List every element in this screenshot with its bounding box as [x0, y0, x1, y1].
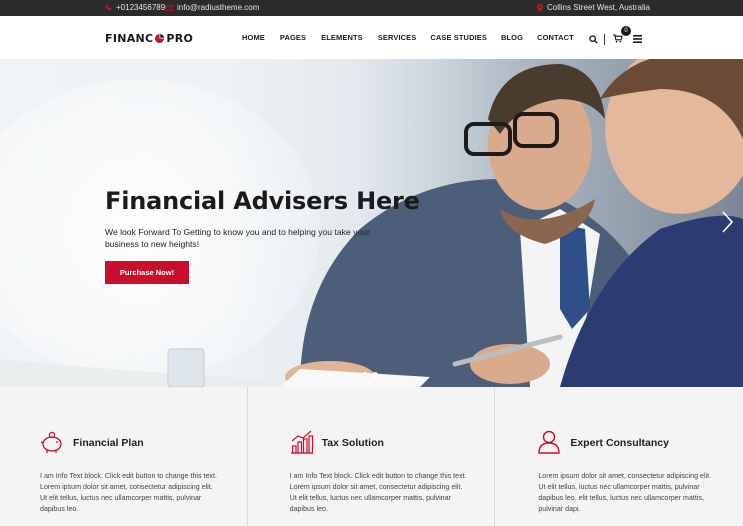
phone-contact[interactable]: +0123456789: [105, 3, 165, 12]
chevron-right-icon[interactable]: [721, 211, 733, 233]
cart-count-badge: 0: [621, 26, 631, 36]
service-text: I am Info Text block. Click edit button …: [40, 472, 217, 513]
envelope-icon: [165, 4, 173, 11]
nav-blog[interactable]: BLOG: [501, 33, 523, 42]
cart-button[interactable]: 0: [613, 26, 631, 48]
header-divider: [604, 33, 605, 45]
user-icon: [538, 430, 561, 454]
slider-pagination: [362, 372, 378, 378]
top-bar: +0123456789 info@radiustheme.com Collins…: [0, 0, 743, 16]
phone-number: +0123456789: [116, 3, 166, 12]
logo-text-right: PRO: [166, 32, 194, 45]
service-title: Financial Plan: [73, 437, 144, 449]
map-marker-icon: [537, 3, 543, 12]
email-contact[interactable]: info@radiustheme.com: [165, 3, 259, 12]
nav-elements[interactable]: ELEMENTS: [321, 33, 363, 42]
service-card-expert-consultancy: Expert Consultancy Lorem ipsum dolor sit…: [495, 387, 743, 526]
site-logo[interactable]: FINANC PRO: [105, 32, 193, 45]
logo-mark-icon: [155, 34, 165, 43]
slider-dot-1[interactable]: [362, 372, 368, 378]
address-text: Collins Street West, Australia: [547, 3, 651, 12]
service-title: Tax Solution: [321, 437, 384, 449]
site-header: FINANC PRO HOME PAGES ELEMENTS SERVICES …: [0, 16, 743, 59]
nav-pages[interactable]: PAGES: [280, 33, 306, 42]
service-card-tax-solution: Tax Solution I am Info Text block. Click…: [248, 387, 496, 526]
service-card-financial-plan: Financial Plan I am Info Text block. Cli…: [0, 387, 248, 526]
service-text: Lorem ipsum dolor sit amet, consectetur …: [538, 472, 712, 513]
address-contact: Collins Street West, Australia: [537, 3, 650, 12]
menu-icon[interactable]: [633, 35, 642, 43]
nav-home[interactable]: HOME: [242, 33, 265, 42]
email-address: info@radiustheme.com: [177, 3, 260, 12]
nav-services[interactable]: SERVICES: [378, 33, 417, 42]
search-icon[interactable]: [589, 34, 598, 44]
nav-contact[interactable]: CONTACT: [537, 33, 574, 42]
bar-chart-icon: [290, 430, 313, 454]
header-tools: 0: [589, 26, 642, 48]
hero-text: We look Forward To Getting to know you a…: [105, 227, 370, 249]
service-text: I am Info Text block. Click edit button …: [289, 472, 467, 513]
purchase-now-button[interactable]: Purchase Now!: [105, 261, 189, 284]
hero-title: Financial Advisers Here: [105, 187, 420, 215]
shopping-cart-icon: [613, 34, 623, 43]
hero-background-image: [0, 59, 743, 387]
piggy-bank-icon: [40, 431, 62, 453]
service-title: Expert Consultancy: [570, 437, 669, 449]
phone-icon: [105, 4, 112, 11]
nav-case-studies[interactable]: CASE STUDIES: [430, 33, 487, 42]
services-section: Financial Plan I am Info Text block. Cli…: [0, 387, 743, 526]
logo-text-left: FINANC: [105, 32, 154, 45]
main-nav: HOME PAGES ELEMENTS SERVICES CASE STUDIE…: [242, 33, 574, 42]
slider-dot-2[interactable]: [372, 372, 378, 378]
hero-slider: Financial Advisers Here We look Forward …: [0, 59, 743, 387]
